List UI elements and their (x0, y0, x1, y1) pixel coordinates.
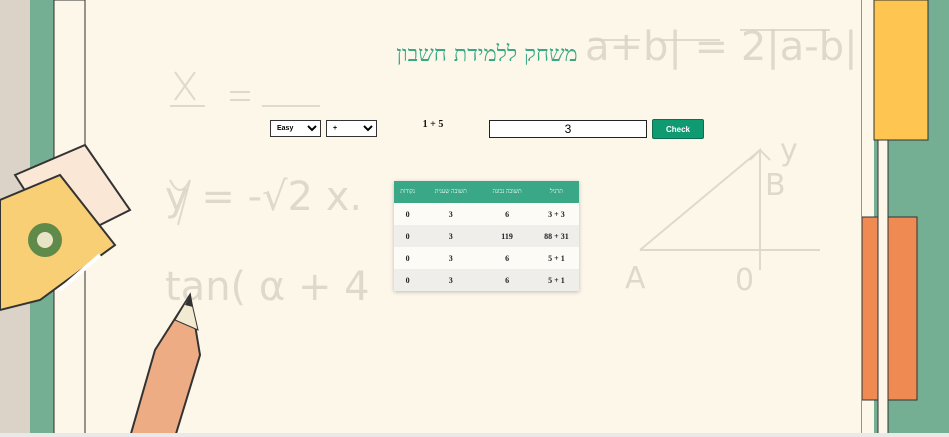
exercise-cell: 1 + 5 (533, 247, 579, 269)
points-cell: 0 (394, 269, 422, 291)
svg-text:y: y (780, 133, 798, 168)
your-answer-cell: 3 (421, 225, 481, 247)
header-your-answer: תשובה שענית (421, 181, 481, 203)
check-button[interactable]: Check (652, 119, 704, 139)
table-row: 3 + 3 6 3 0 (394, 203, 579, 225)
points-cell: 0 (394, 203, 422, 225)
svg-text:y = -√2 x.: y = -√2 x. (165, 174, 362, 220)
table-row: 1 + 5 6 3 0 (394, 247, 579, 269)
correct-answer-cell: 6 (480, 203, 534, 225)
your-answer-cell: 3 (421, 247, 481, 269)
svg-text:0: 0 (735, 263, 754, 298)
table-header-row: תרגיל תשובה נכונה תשובה שענית נקודות (394, 181, 579, 203)
operator-select[interactable]: + (326, 120, 377, 137)
answer-input[interactable] (489, 120, 647, 138)
results-table: תרגיל תשובה נכונה תשובה שענית נקודות 3 +… (394, 181, 579, 291)
correct-answer-cell: 6 (480, 247, 534, 269)
header-points: נקודות (394, 181, 422, 203)
page-title: משחק ללמידת חשבון (396, 42, 578, 67)
difficulty-select[interactable]: Easy (270, 120, 321, 137)
header-correct-answer: תשובה נכונה (480, 181, 534, 203)
svg-text:tan( α + 4: tan( α + 4 (165, 264, 370, 310)
header-exercise: תרגיל (533, 181, 579, 203)
exercise-cell: 3 + 3 (533, 203, 579, 225)
exercise-cell: 31 + 88 (533, 225, 579, 247)
your-answer-cell: 3 (421, 203, 481, 225)
problem-text: 1 + 5 (422, 119, 444, 130)
exercise-cell: 1 + 5 (533, 269, 579, 291)
points-cell: 0 (394, 247, 422, 269)
points-cell: 0 (394, 225, 422, 247)
correct-answer-cell: 6 (480, 269, 534, 291)
table-row: 31 + 88 119 3 0 (394, 225, 579, 247)
table-row: 1 + 5 6 3 0 (394, 269, 579, 291)
correct-answer-cell: 119 (480, 225, 534, 247)
svg-text:B: B (765, 168, 786, 203)
your-answer-cell: 3 (421, 269, 481, 291)
svg-text:A: A (625, 261, 646, 296)
